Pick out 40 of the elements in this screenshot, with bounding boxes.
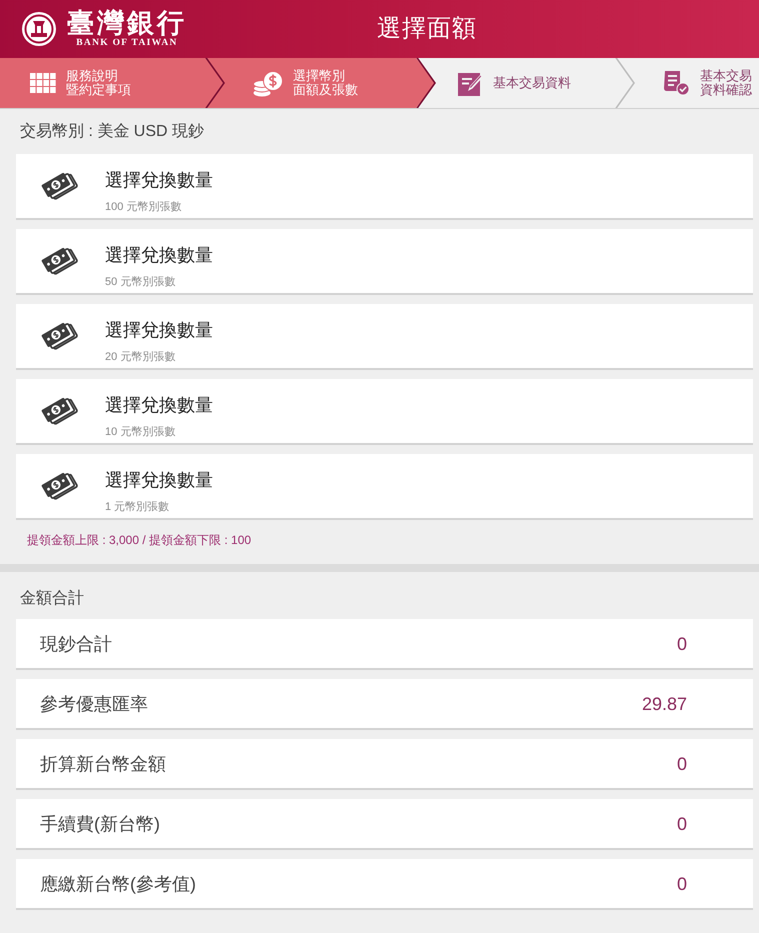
total-value: 0: [676, 752, 687, 776]
denomination-caption: 20 元幣別張數: [105, 350, 176, 364]
denomination-card[interactable]: 選擇兌換數量 10 元幣別張數: [16, 379, 753, 445]
logo-emblem-icon: [21, 11, 57, 47]
denomination-card[interactable]: 選擇兌換數量 1 元幣別張數: [16, 454, 753, 520]
logo-name: 臺灣銀行: [67, 9, 187, 38]
totals-heading: 金額合計: [19, 588, 85, 609]
coins-icon: [253, 69, 283, 97]
denomination-caption: 10 元幣別張數: [105, 425, 176, 439]
step-label: 基本交易資料: [493, 76, 571, 90]
denomination-title: 選擇兌換數量: [105, 469, 213, 492]
total-label: 現鈔合計: [40, 632, 112, 656]
step-label: 選擇幣別 面額及張數: [293, 69, 358, 97]
total-value: 0: [676, 812, 687, 836]
denomination-caption: 50 元幣別張數: [105, 275, 176, 289]
withdrawal-limit-note: 提領金額上限 : 3,000 / 提領金額下限 : 100: [26, 532, 252, 548]
edit-icon: [458, 70, 483, 96]
denomination-caption: 1 元幣別張數: [105, 500, 170, 514]
grid-icon: [30, 73, 56, 93]
total-label: 應繳新台幣(參考值): [40, 872, 196, 896]
page-title: 選擇面額: [377, 14, 477, 44]
denomination-title: 選擇兌換數量: [105, 169, 213, 192]
total-label: 折算新台幣金額: [40, 752, 166, 776]
step-label: 服務說明 暨約定事項: [66, 69, 131, 97]
denomination-title: 選擇兌換數量: [105, 319, 213, 342]
denomination-title: 選擇兌換數量: [105, 244, 213, 267]
step-label: 基本交易 資料確認: [700, 69, 752, 97]
total-label: 參考優惠匯率: [40, 692, 148, 716]
total-value: 0: [676, 632, 687, 656]
denomination-title: 選擇兌換數量: [105, 394, 213, 417]
denomination-caption: 100 元幣別張數: [105, 200, 182, 214]
total-value: 29.87: [642, 692, 687, 716]
total-value: 0: [676, 872, 687, 896]
currency-label: 交易幣別 : 美金 USD 現鈔: [19, 122, 206, 142]
denomination-card[interactable]: 選擇兌換數量 20 元幣別張數: [16, 304, 753, 370]
denomination-card[interactable]: 選擇兌換數量 100 元幣別張數: [16, 154, 753, 220]
document-check-icon: [663, 70, 690, 96]
logo-english-name: BANK OF TAIWAN: [76, 38, 178, 49]
denomination-card[interactable]: 選擇兌換數量 50 元幣別張數: [16, 229, 753, 295]
total-label: 手續費(新台幣): [40, 812, 160, 836]
